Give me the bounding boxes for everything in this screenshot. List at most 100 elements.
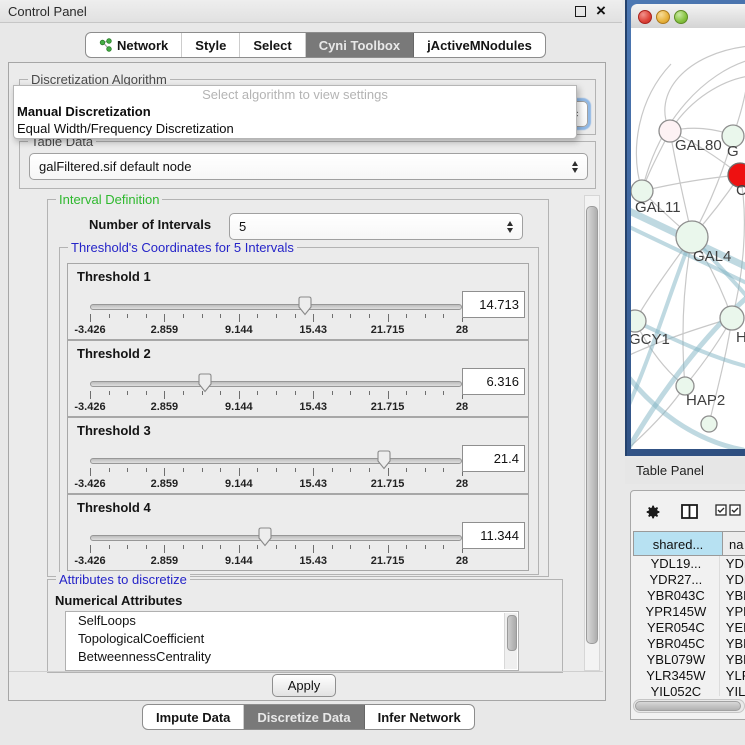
checkbox-icon[interactable] bbox=[715, 504, 727, 519]
slider-thumb[interactable] bbox=[297, 296, 313, 319]
panel-scrollbar[interactable] bbox=[584, 195, 600, 671]
threshold-slider-3[interactable]: -3.4262.8599.14415.4321.71528 bbox=[90, 450, 462, 490]
scrollbar-thumb[interactable] bbox=[635, 701, 741, 711]
slider-thumb[interactable] bbox=[257, 527, 273, 550]
apply-button[interactable]: Apply bbox=[272, 674, 336, 697]
cell-shared-name[interactable]: YIL052C bbox=[633, 684, 720, 696]
tab-style[interactable]: Style bbox=[182, 33, 240, 57]
scrollbar-thumb[interactable] bbox=[586, 206, 598, 644]
slider-track[interactable] bbox=[90, 381, 462, 387]
dropdown-option-manual-discretization[interactable]: Manual Discretization bbox=[14, 103, 576, 120]
cell-name[interactable]: YIL0 bbox=[720, 684, 745, 696]
table-header-row: shared... na bbox=[633, 531, 745, 556]
cell-name[interactable]: YDR2 bbox=[720, 572, 745, 588]
tab-infer-network[interactable]: Infer Network bbox=[365, 705, 474, 729]
cell-shared-name[interactable]: YBR043C bbox=[633, 588, 720, 604]
cell-shared-name[interactable]: YBL079W bbox=[633, 652, 720, 668]
table-row[interactable]: YER054CYER0 bbox=[633, 620, 745, 636]
minimize-traffic-light-icon[interactable] bbox=[656, 10, 670, 24]
cell-name[interactable]: YPR1 bbox=[720, 604, 745, 620]
tick-mark bbox=[183, 468, 184, 472]
threshold-slider-2[interactable]: -3.4262.8599.14415.4321.71528 bbox=[90, 373, 462, 413]
table-row[interactable]: YBL079WYBL0 bbox=[633, 652, 745, 668]
cell-shared-name[interactable]: YDL19... bbox=[633, 556, 720, 572]
checkbox-icon[interactable] bbox=[729, 504, 741, 519]
number-of-intervals-spinner[interactable]: 5 bbox=[229, 213, 523, 240]
cell-name[interactable]: YBR0 bbox=[720, 636, 745, 652]
slider-track[interactable] bbox=[90, 458, 462, 464]
spinner-arrows-icon[interactable] bbox=[507, 221, 513, 233]
close-icon[interactable]: × bbox=[596, 0, 606, 22]
tick-label: 15.43 bbox=[299, 555, 327, 567]
slider-thumb[interactable] bbox=[197, 373, 213, 396]
column-header-shared[interactable]: shared... bbox=[633, 531, 723, 556]
attribute-item-betweennesscentrality[interactable]: BetweennessCentrality bbox=[66, 648, 518, 666]
tick-mark bbox=[443, 468, 444, 472]
cell-shared-name[interactable]: YER054C bbox=[633, 620, 720, 636]
scrollbar-thumb[interactable] bbox=[507, 615, 517, 651]
close-traffic-light-icon[interactable] bbox=[638, 10, 652, 24]
float-window-icon[interactable] bbox=[575, 6, 586, 17]
table-panel-title: Table Panel bbox=[636, 463, 704, 478]
cell-name[interactable]: YLR3 bbox=[720, 668, 745, 684]
threshold-value-field[interactable]: 11.344 bbox=[462, 522, 525, 549]
network-node-gcy1[interactable] bbox=[631, 310, 646, 332]
table-row[interactable]: YBR043CYBR0 bbox=[633, 588, 745, 604]
tick-mark bbox=[257, 391, 258, 395]
cell-shared-name[interactable]: YBR045C bbox=[633, 636, 720, 652]
split-columns-icon[interactable] bbox=[681, 504, 698, 522]
table-row[interactable]: YBR045CYBR0 bbox=[633, 636, 745, 652]
tab-impute-data[interactable]: Impute Data bbox=[143, 705, 244, 729]
threshold-slider-4[interactable]: -3.4262.8599.14415.4321.71528 bbox=[90, 527, 462, 567]
zoom-traffic-light-icon[interactable] bbox=[674, 10, 688, 24]
table-row[interactable]: YPR145WYPR1 bbox=[633, 604, 745, 620]
dropdown-option-equal-width-frequency-discretization[interactable]: Equal Width/Frequency Discretization bbox=[14, 120, 576, 137]
cell-name[interactable]: YER0 bbox=[720, 620, 745, 636]
slider-track[interactable] bbox=[90, 535, 462, 541]
list-scrollbar[interactable] bbox=[504, 613, 517, 669]
tick-mark bbox=[332, 468, 333, 472]
tick-mark bbox=[220, 391, 221, 395]
tab-cyni-toolbox[interactable]: Cyni Toolbox bbox=[306, 33, 414, 57]
table-row[interactable]: YDL19...YDL1 bbox=[633, 556, 745, 572]
tab-select[interactable]: Select bbox=[240, 33, 305, 57]
tick-mark bbox=[295, 468, 296, 472]
network-view-canvas[interactable]: GAL80GCGAL11GAL4GCY1HHAP2 bbox=[631, 28, 745, 449]
tab-label: Cyni Toolbox bbox=[319, 38, 400, 53]
node-label-gal80: GAL80 bbox=[675, 137, 722, 154]
network-window-titlebar[interactable] bbox=[631, 4, 745, 29]
spinner-arrows-icon[interactable] bbox=[572, 161, 578, 173]
cell-name[interactable]: YBR0 bbox=[720, 588, 745, 604]
attribute-item-selfloops[interactable]: SelfLoops bbox=[66, 612, 518, 630]
table-data-combobox[interactable]: galFiltered.sif default node bbox=[29, 153, 588, 180]
table-row[interactable]: YIL052CYIL0 bbox=[633, 684, 745, 696]
network-node-bottom[interactable] bbox=[701, 416, 717, 432]
table-panel-header: Table Panel bbox=[625, 458, 745, 484]
column-header-name[interactable]: na bbox=[723, 531, 745, 556]
threshold-value-field[interactable]: 21.4 bbox=[462, 445, 525, 472]
cell-shared-name[interactable]: YLR345W bbox=[633, 668, 720, 684]
threshold-value-field[interactable]: 6.316 bbox=[462, 368, 525, 395]
attribute-item-topologicalcoefficient[interactable]: TopologicalCoefficient bbox=[66, 630, 518, 648]
tab-discretize-data[interactable]: Discretize Data bbox=[244, 705, 364, 729]
table-row[interactable]: YLR345WYLR3 bbox=[633, 668, 745, 684]
threshold-panel-2: Threshold 2-3.4262.8599.14415.4321.71528… bbox=[67, 340, 529, 417]
tab-network[interactable]: Network bbox=[86, 33, 182, 57]
cell-shared-name[interactable]: YDR27... bbox=[633, 572, 720, 588]
cell-shared-name[interactable]: YPR145W bbox=[633, 604, 720, 620]
cell-name[interactable]: YBL0 bbox=[720, 652, 745, 668]
tick-mark bbox=[127, 391, 128, 395]
slider-track[interactable] bbox=[90, 304, 462, 310]
tab-jactivemnodules[interactable]: jActiveMNodules bbox=[414, 33, 545, 57]
table-horizontal-scrollbar[interactable] bbox=[633, 699, 745, 713]
slider-thumb[interactable] bbox=[376, 450, 392, 473]
network-node-h-cut[interactable] bbox=[720, 306, 744, 330]
gear-icon[interactable] bbox=[645, 504, 661, 523]
threshold-value-field[interactable]: 14.713 bbox=[462, 291, 525, 318]
cell-name[interactable]: YDL1 bbox=[720, 556, 745, 572]
node-label-gal4: GAL4 bbox=[693, 248, 731, 265]
tick-label: 15.43 bbox=[299, 324, 327, 336]
tick-mark bbox=[388, 314, 389, 322]
threshold-slider-1[interactable]: -3.4262.8599.14415.4321.71528 bbox=[90, 296, 462, 336]
table-row[interactable]: YDR27...YDR2 bbox=[633, 572, 745, 588]
